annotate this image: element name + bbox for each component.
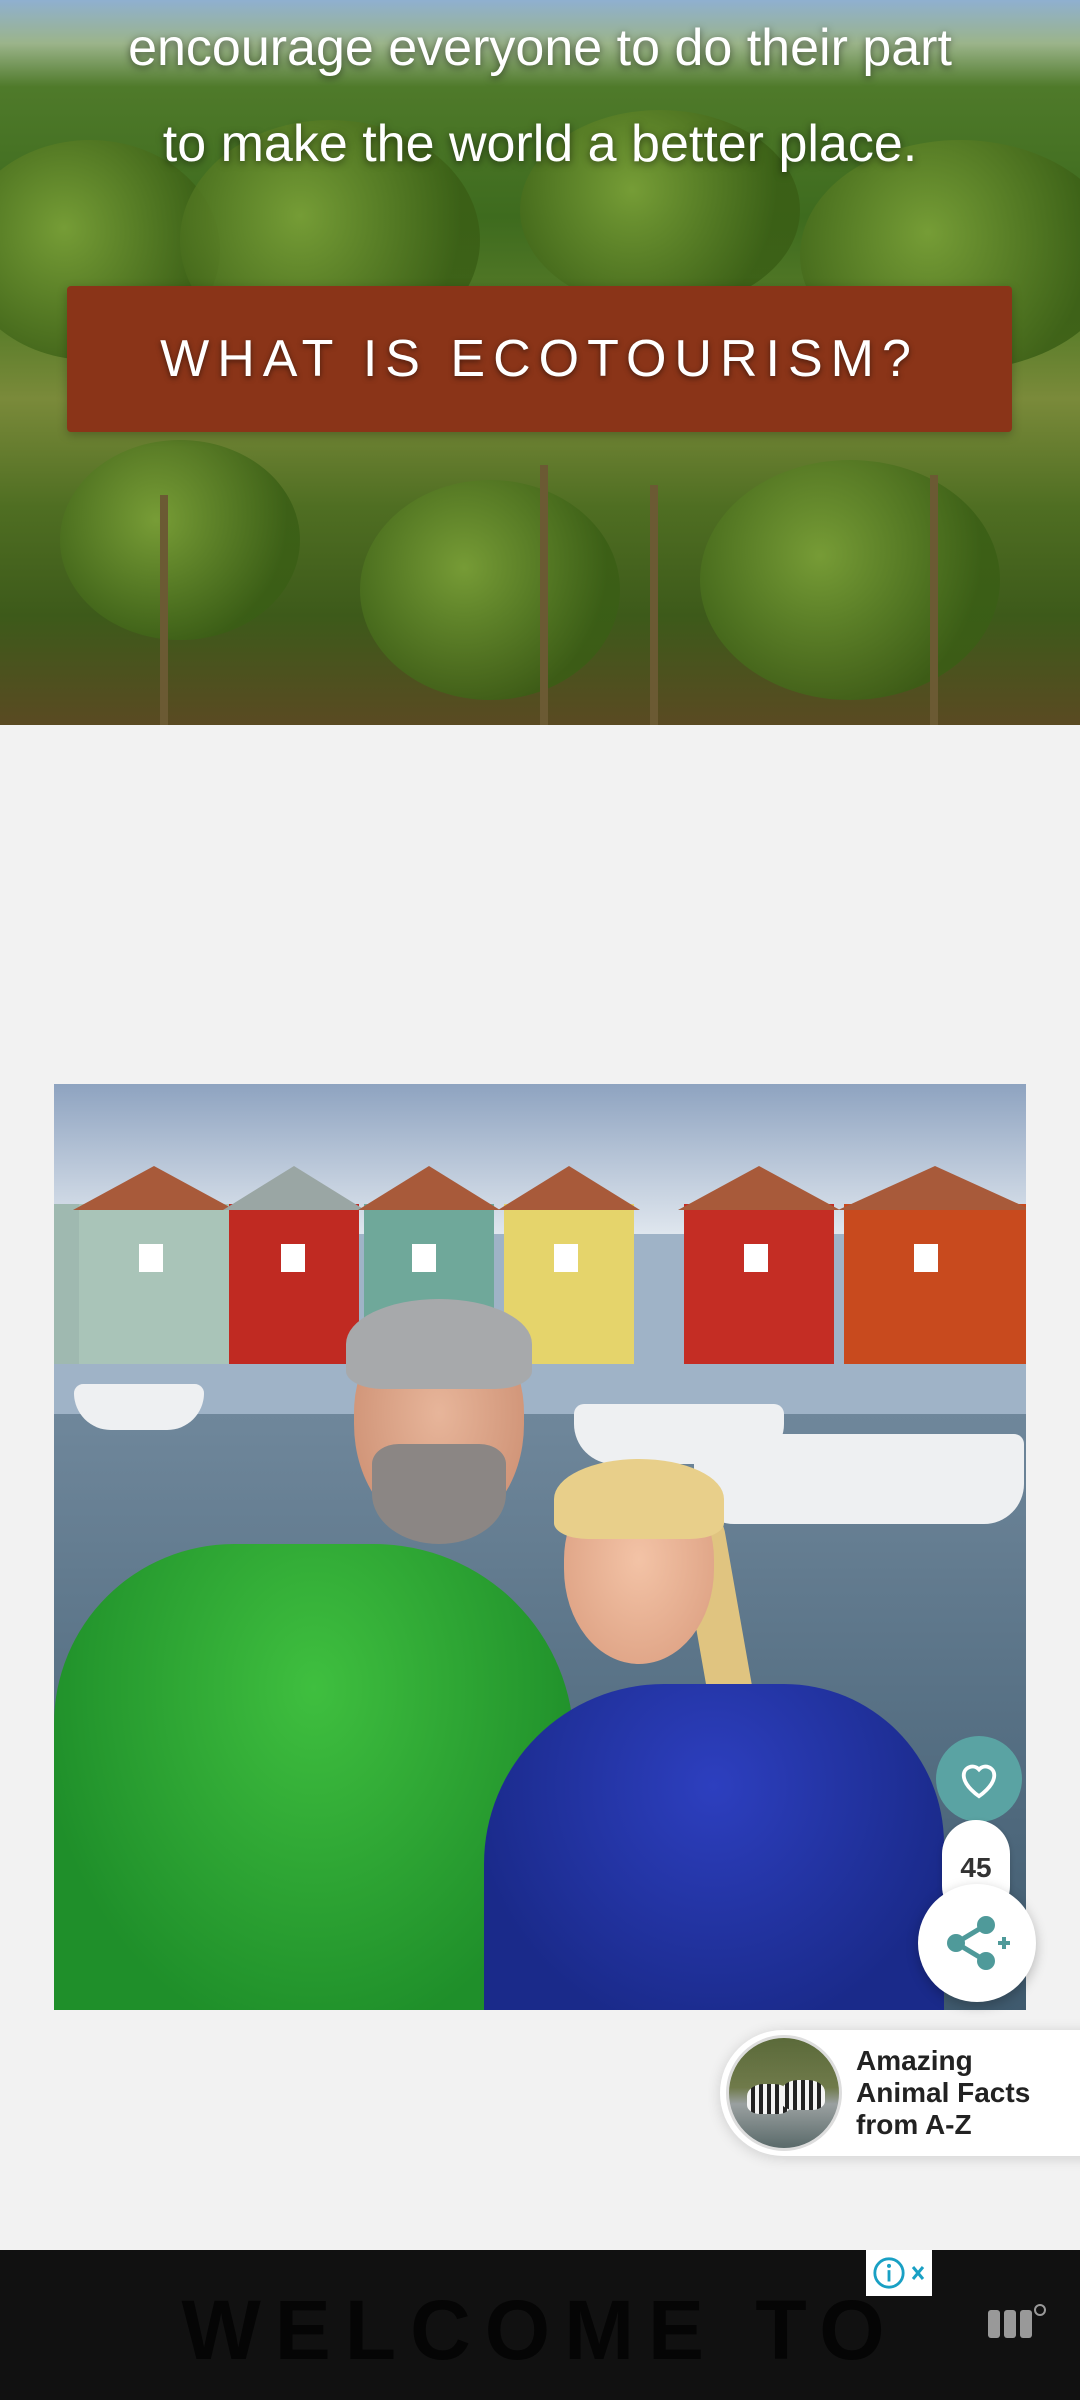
- hero-foliage: [60, 440, 300, 640]
- featured-photo: [54, 1084, 1026, 2010]
- palm-trunk: [540, 465, 548, 725]
- palm-trunk: [930, 475, 938, 725]
- promo-title-line2: Animal Facts: [856, 2077, 1031, 2108]
- zebra-thumbnail: [726, 2035, 842, 2151]
- brand-logo-icon: [988, 2304, 1046, 2338]
- person-woman-jacket: [484, 1684, 944, 2010]
- hero-foliage: [700, 460, 1000, 700]
- share-button[interactable]: [918, 1884, 1036, 2002]
- animal-facts-promo[interactable]: Amazing Animal Facts from A-Z: [720, 2030, 1080, 2156]
- what-is-ecotourism-button[interactable]: WHAT IS ECOTOURISM?: [67, 286, 1012, 432]
- promo-title: Amazing Animal Facts from A-Z: [856, 2045, 1030, 2141]
- hero-tagline: encourage everyone to do their part to m…: [0, 0, 1080, 192]
- info-icon: [873, 2257, 905, 2289]
- boathouse: [73, 1166, 235, 1364]
- promo-title-line3: from A-Z: [856, 2109, 972, 2140]
- promo-title-line1: Amazing: [856, 2045, 973, 2076]
- boat: [694, 1434, 1024, 1524]
- hero-banner: encourage everyone to do their part to m…: [0, 0, 1080, 725]
- hero-tagline-line2: to make the world a better place.: [162, 115, 918, 173]
- boathouse: [838, 1166, 1026, 1364]
- boathouse: [678, 1166, 840, 1364]
- boathouse: [223, 1166, 365, 1364]
- person-woman-hair: [554, 1459, 724, 1539]
- person-man-hair: [346, 1299, 532, 1389]
- welcome-heading: WELCOME TO: [181, 2283, 899, 2377]
- share-icon: [947, 1916, 1010, 1970]
- palm-trunk: [650, 485, 658, 725]
- like-button[interactable]: [936, 1736, 1022, 1822]
- person-man-beard: [372, 1444, 506, 1544]
- close-icon[interactable]: [910, 2263, 926, 2283]
- hero-tagline-line1: encourage everyone to do their part: [128, 19, 952, 77]
- palm-trunk: [160, 495, 168, 725]
- heart-icon: [961, 1764, 997, 1799]
- ad-choices-badge[interactable]: [866, 2250, 932, 2296]
- hero-foliage: [360, 480, 620, 700]
- boat: [74, 1384, 204, 1430]
